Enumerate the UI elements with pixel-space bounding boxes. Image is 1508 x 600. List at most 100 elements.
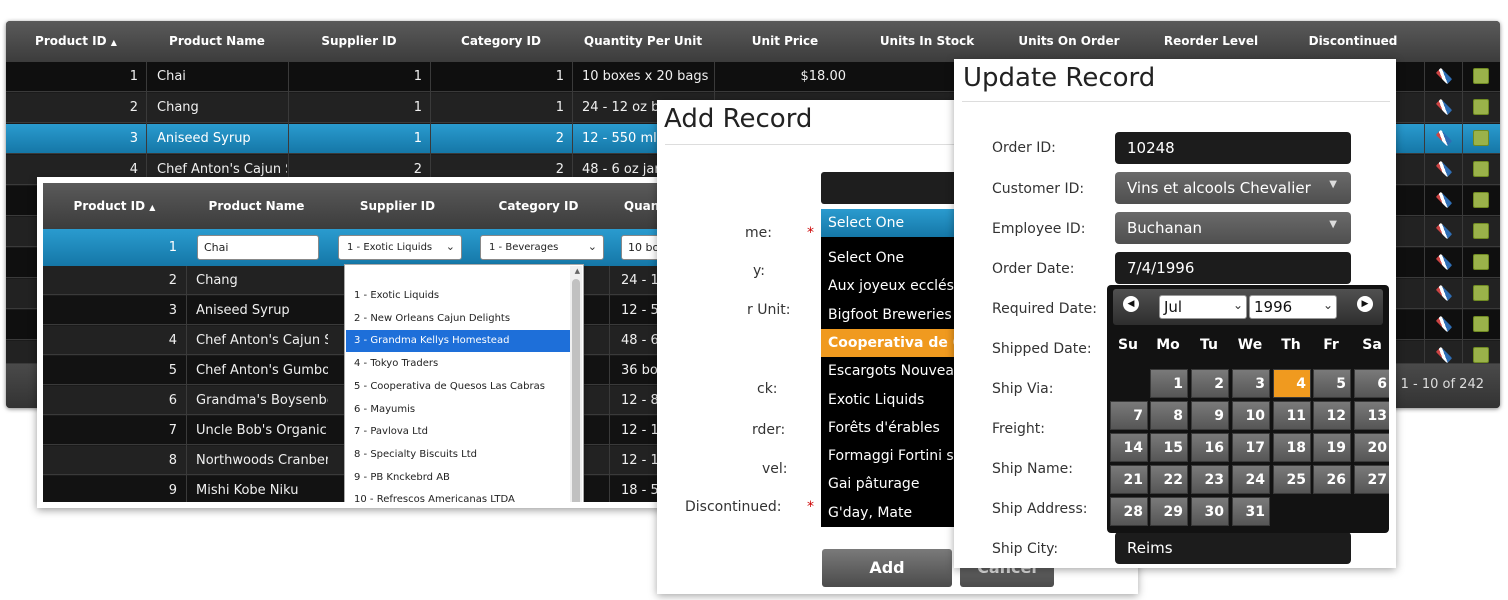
calendar-day[interactable]: 19: [1313, 433, 1351, 462]
column-header-category-id[interactable]: Category ID: [430, 21, 572, 62]
column-header-product-name[interactable]: Product Name: [146, 21, 288, 62]
supplier-option[interactable]: G'day, Mate: [821, 499, 966, 527]
scroll-up-icon[interactable]: ▲: [575, 267, 580, 275]
calendar-day[interactable]: 8: [1150, 401, 1188, 430]
column-header-supplier-id[interactable]: Supplier ID: [288, 21, 430, 62]
column-header-product-id[interactable]: Product ID ▲: [43, 183, 186, 229]
supplier-option[interactable]: Escargots Nouveau: [821, 357, 966, 385]
calendar-day[interactable]: 31: [1232, 497, 1270, 526]
delete-icon[interactable]: [1473, 223, 1489, 239]
column-header-category-id[interactable]: Category ID: [468, 183, 609, 229]
column-divider: [186, 266, 187, 502]
supplier-option[interactable]: Exotic Liquids: [821, 386, 966, 414]
column-header-product-name[interactable]: Product Name: [186, 183, 327, 229]
supplier-option[interactable]: 7 - Pavlova Ltd: [346, 421, 570, 443]
supplier-option[interactable]: 10 - Refrescos Americanas LTDA: [346, 489, 570, 502]
delete-icon[interactable]: [1473, 347, 1489, 363]
calendar-day[interactable]: 21: [1110, 465, 1148, 494]
supplier-option[interactable]: Forêts d'érables: [821, 414, 966, 442]
calendar-day[interactable]: 24: [1232, 465, 1270, 494]
select-list-header[interactable]: Select One: [821, 209, 966, 237]
calendar-day[interactable]: 10: [1232, 401, 1270, 430]
supplier-select-list[interactable]: Select One Select One Aux joyeux ecclésia B…: [821, 209, 966, 527]
delete-icon[interactable]: [1473, 68, 1489, 84]
calendar-day[interactable]: 11: [1273, 401, 1311, 430]
employee-id-select[interactable]: Buchanan ▼: [1115, 212, 1351, 244]
ship-city-field[interactable]: Reims: [1115, 532, 1351, 564]
column-header-quantity-per-unit[interactable]: Quantity Per Unit: [572, 21, 714, 62]
calendar-day[interactable]: 12: [1313, 401, 1351, 430]
calendar-day[interactable]: 5: [1313, 369, 1351, 398]
supplier-option[interactable]: 5 - Cooperativa de Quesos Las Cabras: [346, 376, 570, 398]
delete-icon[interactable]: [1473, 161, 1489, 177]
calendar-day[interactable]: 4: [1273, 369, 1311, 398]
column-header-units-on-order[interactable]: Units On Order: [998, 21, 1140, 62]
supplier-option[interactable]: 6 - Mayumis: [346, 399, 570, 421]
calendar-day[interactable]: 30: [1191, 497, 1229, 526]
supplier-option[interactable]: Formaggi Fortini s.: [821, 442, 966, 470]
column-header-supplier-id[interactable]: Supplier ID: [327, 183, 468, 229]
caret-down-icon: ▼: [1329, 179, 1337, 190]
add-button[interactable]: Add: [822, 549, 952, 587]
prev-month-icon[interactable]: ◀: [1123, 296, 1139, 312]
delete-icon[interactable]: [1473, 285, 1489, 301]
calendar-day[interactable]: 22: [1150, 465, 1188, 494]
order-id-field[interactable]: 10248: [1115, 132, 1351, 164]
calendar-day[interactable]: 18: [1273, 433, 1311, 462]
supplier-dropdown-list[interactable]: ▲ 1 - Exotic Liquids 2 - New Orleans Caju…: [344, 264, 584, 502]
supplier-option[interactable]: 1 - Exotic Liquids: [346, 285, 570, 307]
next-month-icon[interactable]: ▶: [1357, 296, 1373, 312]
supplier-option[interactable]: Gai pâturage: [821, 470, 966, 498]
supplier-option[interactable]: Bigfoot Breweries: [821, 301, 966, 329]
column-header-product-id[interactable]: Product ID ▲: [6, 21, 146, 62]
calendar-day[interactable]: 25: [1273, 465, 1311, 494]
supplier-option[interactable]: 2 - New Orleans Cajun Delights: [346, 308, 570, 330]
customer-id-select[interactable]: Vins et alcools Chevalier ▼: [1115, 172, 1351, 204]
calendar-day[interactable]: 20: [1354, 433, 1389, 462]
calendar-day[interactable]: 28: [1110, 497, 1148, 526]
employee-id-value: Buchanan: [1127, 219, 1202, 237]
calendar-day[interactable]: 27: [1354, 465, 1389, 494]
product-name-input[interactable]: Chai: [197, 235, 319, 260]
supplier-option[interactable]: Aux joyeux ecclésia: [821, 272, 966, 300]
cell-product-id: 5: [168, 363, 177, 378]
delete-icon[interactable]: [1473, 99, 1489, 115]
column-header-reorder-level[interactable]: Reorder Level: [1140, 21, 1282, 62]
calendar-day[interactable]: 23: [1191, 465, 1229, 494]
category-select[interactable]: 1 - Beverages ⌄: [480, 235, 604, 260]
cell-product-id: 3: [168, 303, 177, 318]
cell-product-id: 6: [168, 393, 177, 408]
column-header-unit-price[interactable]: Unit Price: [714, 21, 856, 62]
scrollbar-thumb[interactable]: [572, 279, 580, 502]
calendar-day[interactable]: 6: [1354, 369, 1389, 398]
month-select[interactable]: Jul ⌄: [1159, 295, 1247, 319]
calendar-day[interactable]: 17: [1232, 433, 1270, 462]
calendar-day[interactable]: 3: [1232, 369, 1270, 398]
supplier-option[interactable]: 9 - PB Knckebrd AB: [346, 467, 570, 489]
supplier-option[interactable]: 3 - Grandma Kellys Homestead: [346, 330, 570, 353]
calendar-day[interactable]: 2: [1191, 369, 1229, 398]
year-select[interactable]: 1996 ⌄: [1249, 295, 1337, 319]
calendar-day[interactable]: 15: [1150, 433, 1188, 462]
calendar-day[interactable]: 7: [1110, 401, 1148, 430]
calendar-day[interactable]: 26: [1313, 465, 1351, 494]
supplier-option[interactable]: Select One: [821, 244, 966, 272]
column-header-discontinued[interactable]: Discontinued: [1282, 21, 1424, 62]
calendar-day[interactable]: 1: [1150, 369, 1188, 398]
calendar-day[interactable]: 16: [1191, 433, 1229, 462]
supplier-option[interactable]: Cooperativa de Qu: [821, 328, 966, 357]
order-date-field[interactable]: 7/4/1996: [1115, 252, 1351, 284]
calendar-day[interactable]: 9: [1191, 401, 1229, 430]
calendar-day[interactable]: 13: [1354, 401, 1389, 430]
supplier-option[interactable]: 4 - Tokyo Traders: [346, 353, 570, 375]
table-row-editing[interactable]: 1 Chai 1 - Exotic Liquids ⌄ 1 - Beverage…: [43, 229, 756, 266]
delete-icon[interactable]: [1473, 130, 1489, 146]
delete-icon[interactable]: [1473, 254, 1489, 270]
calendar-day[interactable]: 29: [1150, 497, 1188, 526]
delete-icon[interactable]: [1473, 192, 1489, 208]
supplier-select[interactable]: 1 - Exotic Liquids ⌄: [338, 235, 462, 260]
calendar-day[interactable]: 14: [1110, 433, 1148, 462]
column-header-units-in-stock[interactable]: Units In Stock: [856, 21, 998, 62]
delete-icon[interactable]: [1473, 316, 1489, 332]
supplier-option[interactable]: 8 - Specialty Biscuits Ltd: [346, 444, 570, 466]
